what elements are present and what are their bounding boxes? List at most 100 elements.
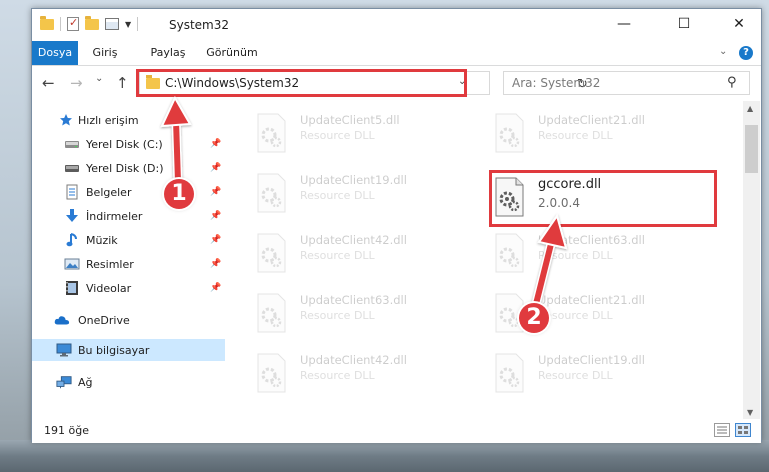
toolbar-divider bbox=[137, 17, 139, 31]
pin-icon[interactable]: 📌 bbox=[210, 259, 221, 269]
list-item[interactable]: UpdateClient19.dll Resource DLL bbox=[492, 349, 722, 401]
dll-file-icon bbox=[257, 353, 286, 393]
details-view-icon[interactable] bbox=[714, 423, 730, 437]
list-item[interactable]: UpdateClient42.dll Resource DLL bbox=[254, 349, 484, 401]
search-placeholder: Ara: System32 bbox=[512, 76, 601, 90]
ribbon-collapse-icon[interactable]: ⌄ bbox=[719, 46, 727, 57]
minimize-button[interactable]: — bbox=[601, 9, 647, 39]
properties-check-icon[interactable] bbox=[67, 16, 79, 31]
sidebar-item-label: Yerel Disk (D:) bbox=[86, 161, 164, 175]
drive-icon bbox=[64, 161, 80, 175]
documents-icon bbox=[64, 184, 80, 200]
sidebar-item-this-pc[interactable]: Bu bilgisayar bbox=[32, 339, 225, 361]
forward-button[interactable]: → bbox=[70, 74, 83, 92]
navigation-bar: ← → ⌄ ↑ C:\Windows\System32 ⌄ ↻ Ara: Sys… bbox=[32, 67, 761, 99]
file-name: UpdateClient42.dll bbox=[300, 353, 407, 367]
maximize-button[interactable]: ☐ bbox=[661, 9, 707, 39]
search-icon[interactable]: ⚲ bbox=[727, 75, 737, 90]
star-icon bbox=[58, 113, 74, 127]
customize-toolbar-icon[interactable] bbox=[105, 18, 119, 30]
pin-icon[interactable]: 📌 bbox=[210, 163, 221, 173]
quick-access-toolbar: ▼ bbox=[40, 15, 139, 31]
sidebar-item-network[interactable]: Ağ bbox=[32, 371, 225, 393]
folder-icon bbox=[40, 15, 54, 30]
list-item[interactable]: UpdateClient21.dll Resource DLL bbox=[492, 109, 722, 161]
videos-icon bbox=[64, 281, 80, 295]
scrollbar-thumb[interactable] bbox=[745, 125, 758, 173]
sidebar-item-label: Resimler bbox=[86, 257, 134, 271]
file-description: Resource DLL bbox=[300, 129, 375, 142]
file-list: UpdateClient5.dll Resource DLL UpdateCli… bbox=[226, 101, 741, 401]
back-button[interactable]: ← bbox=[42, 74, 55, 92]
sidebar-item-label: Belgeler bbox=[86, 185, 132, 199]
sidebar-item-label: Bu bilgisayar bbox=[78, 343, 150, 357]
pin-icon[interactable]: 📌 bbox=[210, 211, 221, 221]
address-highlight-box bbox=[136, 69, 467, 97]
desktop-background bbox=[0, 440, 769, 472]
sidebar-item-drive-d[interactable]: Yerel Disk (D:) 📌 bbox=[32, 157, 225, 179]
sidebar-item-label: Videolar bbox=[86, 281, 132, 295]
close-button[interactable]: ✕ bbox=[716, 9, 762, 39]
toolbar-dropdown-icon[interactable]: ▼ bbox=[125, 20, 131, 29]
file-name: UpdateClient19.dll bbox=[538, 353, 645, 367]
sidebar-item-label: OneDrive bbox=[78, 313, 130, 327]
sidebar-item-documents[interactable]: Belgeler 📌 bbox=[32, 181, 225, 203]
file-name: UpdateClient19.dll bbox=[300, 173, 407, 187]
pin-icon[interactable]: 📌 bbox=[210, 283, 221, 293]
file-description: Resource DLL bbox=[538, 369, 613, 382]
dll-file-icon bbox=[257, 113, 286, 153]
music-icon bbox=[64, 233, 80, 247]
sidebar-item-music[interactable]: Müzik 📌 bbox=[32, 229, 225, 251]
dll-file-icon bbox=[257, 233, 286, 273]
file-highlight-box bbox=[489, 170, 717, 227]
recent-locations-button[interactable]: ⌄ bbox=[95, 73, 103, 84]
list-item[interactable]: UpdateClient63.dll Resource DLL bbox=[492, 229, 722, 281]
sidebar-item-drive-c[interactable]: Yerel Disk (C:) 📌 bbox=[32, 133, 225, 155]
sidebar-item-label: İndirmeler bbox=[86, 209, 143, 223]
dll-file-icon bbox=[495, 113, 524, 153]
sidebar-item-quick-access[interactable]: Hızlı erişim bbox=[32, 109, 225, 131]
sidebar-item-videos[interactable]: Videolar 📌 bbox=[32, 277, 225, 299]
sidebar-item-onedrive[interactable]: OneDrive bbox=[32, 309, 225, 331]
file-name: UpdateClient5.dll bbox=[300, 113, 400, 127]
toolbar-divider bbox=[60, 17, 61, 31]
list-item[interactable]: UpdateClient19.dll Resource DLL bbox=[254, 169, 484, 221]
file-name: UpdateClient21.dll bbox=[538, 293, 645, 307]
file-description: Resource DLL bbox=[300, 189, 375, 202]
file-name: UpdateClient63.dll bbox=[538, 233, 645, 247]
sidebar-item-downloads[interactable]: İndirmeler 📌 bbox=[32, 205, 225, 227]
tab-view[interactable]: Görünüm bbox=[204, 41, 260, 65]
tab-share[interactable]: Paylaş bbox=[145, 41, 191, 65]
list-item[interactable]: UpdateClient42.dll Resource DLL bbox=[254, 229, 484, 281]
ribbon-tabs: Dosya Giriş Paylaş Görünüm ⌄ ? bbox=[32, 41, 761, 66]
network-icon bbox=[56, 375, 72, 389]
file-description: Resource DLL bbox=[300, 309, 375, 322]
computer-icon bbox=[56, 343, 72, 357]
pin-icon[interactable]: 📌 bbox=[210, 187, 221, 197]
help-icon[interactable]: ? bbox=[739, 46, 753, 60]
list-item[interactable]: UpdateClient63.dll Resource DLL bbox=[254, 289, 484, 341]
tab-home[interactable]: Giriş bbox=[84, 41, 126, 65]
file-name: UpdateClient42.dll bbox=[300, 233, 407, 247]
sidebar-item-pictures[interactable]: Resimler 📌 bbox=[32, 253, 225, 275]
large-icons-view-icon[interactable] bbox=[735, 423, 751, 437]
dll-file-icon bbox=[495, 353, 524, 393]
sidebar-item-label: Hızlı erişim bbox=[78, 113, 139, 127]
list-item[interactable]: UpdateClient5.dll Resource DLL bbox=[254, 109, 484, 161]
pin-icon[interactable]: 📌 bbox=[210, 235, 221, 245]
title-bar: ▼ System32 — ☐ ✕ bbox=[32, 9, 761, 41]
scroll-up-icon[interactable]: ▲ bbox=[747, 104, 753, 113]
file-description: Resource DLL bbox=[538, 129, 613, 142]
cloud-icon bbox=[54, 313, 70, 327]
item-count: 191 öğe bbox=[44, 424, 89, 437]
new-folder-icon[interactable] bbox=[85, 15, 99, 30]
step-1-badge: 1 bbox=[164, 179, 194, 209]
pin-icon[interactable]: 📌 bbox=[210, 139, 221, 149]
up-button[interactable]: ↑ bbox=[116, 74, 129, 92]
status-bar: 191 öğe bbox=[32, 419, 761, 443]
vertical-scrollbar[interactable]: ▲ ▼ bbox=[743, 101, 760, 423]
scroll-down-icon[interactable]: ▼ bbox=[747, 408, 753, 417]
tab-file[interactable]: Dosya bbox=[32, 41, 78, 65]
downloads-icon bbox=[64, 209, 80, 223]
search-input[interactable]: Ara: System32 ⚲ bbox=[503, 71, 750, 95]
